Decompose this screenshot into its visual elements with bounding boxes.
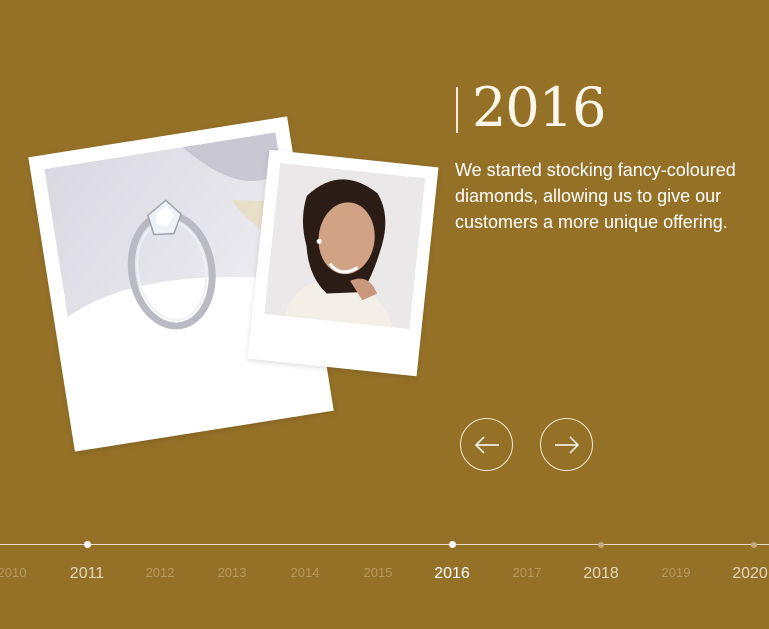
timeline-dot-2018[interactable] — [598, 541, 604, 548]
arrow-right-icon — [554, 435, 579, 454]
timeline-year-2018[interactable]: 2018 — [583, 565, 619, 583]
timeline-year-2017[interactable]: 2017 — [513, 565, 542, 580]
timeline-year-2010[interactable]: 2010 — [0, 565, 26, 580]
timeline-dot-2020[interactable] — [751, 541, 757, 548]
milestone-description: We started stocking fancy-coloured diamo… — [455, 160, 736, 232]
year-divider — [456, 87, 458, 133]
timeline-year-2012[interactable]: 2012 — [146, 565, 175, 580]
timeline-year-2020[interactable]: 2020 — [732, 565, 768, 583]
year-heading: 2016 — [456, 76, 606, 139]
timeline-dot-2016[interactable] — [448, 541, 456, 548]
timeline: 2010 2011 2012 2013 2014 2015 2016 2017 … — [0, 541, 769, 584]
timeline-year-2015[interactable]: 2015 — [364, 565, 393, 580]
timeline-year-2011[interactable]: 2011 — [70, 565, 104, 583]
timeline-dot-2011[interactable] — [83, 541, 91, 548]
prev-button[interactable] — [460, 418, 513, 471]
timeline-year-2014[interactable]: 2014 — [291, 565, 320, 580]
year-title: 2016 — [472, 76, 606, 139]
arrow-left-icon — [474, 435, 499, 454]
next-button[interactable] — [540, 418, 593, 471]
timeline-year-2019[interactable]: 2019 — [662, 565, 691, 580]
smiling-woman-earring-photo — [264, 162, 426, 330]
polaroid-portrait — [247, 149, 439, 377]
timeline-year-2013[interactable]: 2013 — [218, 565, 247, 580]
timeline-track — [0, 544, 769, 545]
timeline-year-2016[interactable]: 2016 — [434, 565, 470, 583]
